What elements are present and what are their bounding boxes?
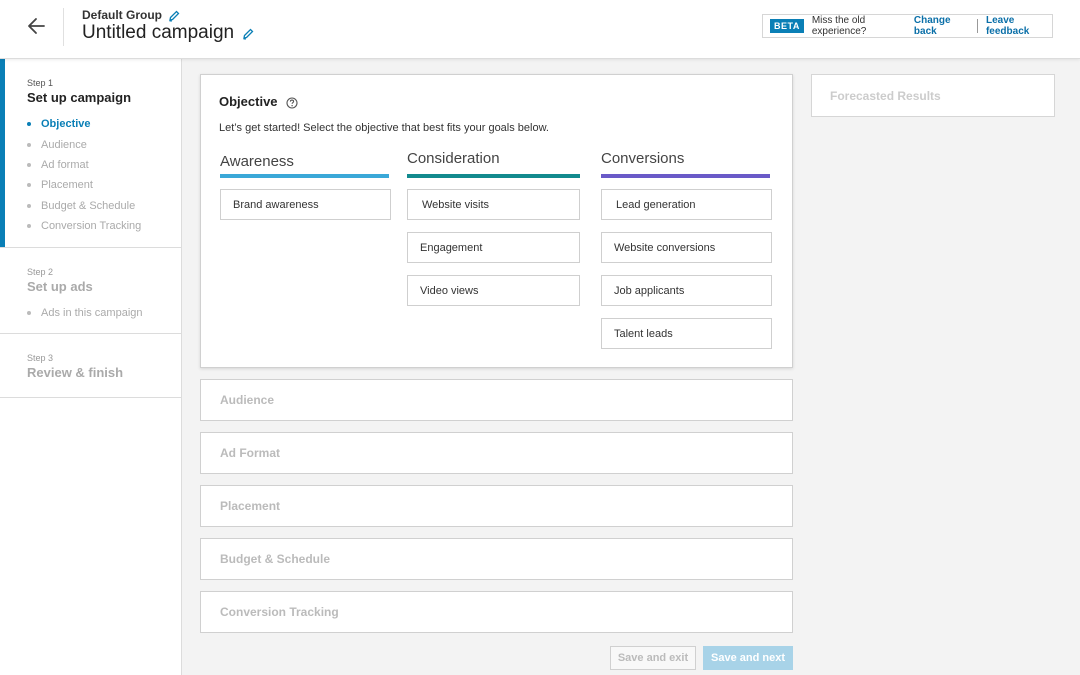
option-video-views[interactable]: Video views [407, 275, 580, 306]
option-label: Lead generation [616, 198, 696, 211]
bullet-icon [27, 224, 31, 229]
objective-header: Objective [219, 94, 298, 109]
section-title: Budget & Schedule [220, 552, 331, 566]
sidebar-item-label: Ad format [41, 158, 89, 171]
column-heading: Consideration [407, 150, 500, 167]
step-title: Set up campaign [27, 90, 132, 105]
step-2[interactable]: Step 2 Set up ads Ads in this campaign [0, 248, 181, 334]
option-label: Talent leads [614, 327, 673, 340]
option-talent-leads[interactable]: Talent leads [601, 318, 772, 349]
step-1[interactable]: Step 1 Set up campaign Objective Audienc… [0, 59, 181, 248]
objective-title: Objective [219, 94, 278, 109]
section-audience[interactable]: Audience [200, 379, 793, 421]
step-title: Set up ads [27, 279, 93, 294]
consideration-color-bar [407, 174, 580, 178]
campaign-title: Untitled campaign [82, 22, 235, 43]
section-title: Conversion Tracking [220, 605, 339, 619]
help-question-icon[interactable] [285, 96, 298, 109]
header-divider [63, 8, 64, 46]
section-title: Ad Format [220, 446, 280, 460]
sidebar-item-ad-format[interactable]: Ad format [27, 155, 181, 175]
steps-sidebar: Step 1 Set up campaign Objective Audienc… [0, 59, 182, 675]
option-website-visits[interactable]: Website visits [407, 189, 580, 220]
section-placement[interactable]: Placement [200, 485, 793, 527]
option-label: Website visits [422, 198, 490, 211]
step-2-items: Ads in this campaign [27, 303, 181, 323]
sidebar-item-conversion-tracking[interactable]: Conversion Tracking [27, 216, 181, 236]
sidebar-item-label: Placement [41, 179, 93, 192]
step-1-items: Objective Audience Ad format Placement B… [27, 114, 181, 236]
column-heading: Conversions [601, 150, 685, 167]
leave-feedback-link[interactable]: Leave feedback [986, 15, 1052, 37]
bullet-icon [27, 162, 31, 167]
option-label: Job applicants [614, 284, 685, 297]
section-conversion-tracking[interactable]: Conversion Tracking [200, 591, 793, 633]
objective-description: Let’s get started! Select the objective … [219, 122, 549, 134]
edit-campaign-pencil-icon[interactable] [242, 27, 254, 40]
sidebar-item-label: Objective [41, 118, 91, 131]
option-lead-generation[interactable]: Lead generation [601, 189, 772, 220]
option-label: Video views [420, 284, 479, 297]
option-label: Website conversions [614, 241, 716, 254]
sidebar-item-audience[interactable]: Audience [27, 134, 181, 154]
beta-text: Miss the old experience? [811, 15, 867, 37]
section-title: Audience [220, 393, 275, 407]
forecast-title: Forecasted Results [830, 88, 941, 103]
group-line: Default Group [82, 8, 180, 22]
step-label: Step 2 [27, 267, 54, 277]
step-label: Step 3 [27, 353, 54, 363]
sidebar-item-objective[interactable]: Objective [27, 114, 181, 134]
edit-group-pencil-icon[interactable] [168, 9, 180, 22]
step-3[interactable]: Step 3 Review & finish [0, 334, 181, 398]
back-arrow-icon[interactable] [24, 14, 52, 38]
bullet-icon [27, 311, 31, 316]
sidebar-item-label: Audience [41, 138, 87, 151]
awareness-color-bar [220, 174, 389, 178]
bullet-icon [27, 142, 31, 147]
sidebar-item-label: Budget & Schedule [41, 199, 136, 212]
conversions-column: Conversions Lead generation Website conv… [601, 150, 772, 361]
step-label: Step 1 [27, 78, 54, 88]
sidebar-item-ads-in-campaign[interactable]: Ads in this campaign [27, 303, 181, 323]
bullet-icon [27, 203, 31, 208]
section-ad-format[interactable]: Ad Format [200, 432, 793, 474]
beta-badge: BETA [770, 19, 804, 33]
option-label: Brand awareness [233, 198, 319, 211]
beta-separator [977, 19, 978, 33]
option-brand-awareness[interactable]: Brand awareness [220, 189, 391, 220]
bullet-icon [27, 183, 31, 188]
conversions-color-bar [601, 174, 770, 178]
option-label: Engagement [420, 241, 483, 254]
top-header: Default Group Untitled campaign BETA Mis… [0, 0, 1080, 59]
save-and-exit-button[interactable]: Save and exit [610, 646, 696, 670]
save-and-next-button[interactable]: Save and next [703, 646, 793, 670]
consideration-column: Consideration Website visits Engagement … [407, 150, 580, 318]
option-website-conversions[interactable]: Website conversions [601, 232, 772, 263]
step-title: Review & finish [27, 365, 124, 380]
group-name: Default Group [82, 8, 162, 22]
sidebar-item-label: Conversion Tracking [41, 220, 142, 233]
forecasted-results-panel: Forecasted Results [811, 74, 1055, 117]
option-engagement[interactable]: Engagement [407, 232, 580, 263]
change-back-link[interactable]: Change back [914, 15, 969, 37]
column-heading: Awareness [220, 153, 294, 170]
sidebar-item-label: Ads in this campaign [41, 307, 143, 320]
option-job-applicants[interactable]: Job applicants [601, 275, 772, 306]
beta-notice: BETA Miss the old experience? Change bac… [762, 14, 1053, 38]
section-title: Placement [220, 499, 281, 513]
title-line: Untitled campaign [82, 22, 254, 44]
bullet-icon [27, 122, 31, 127]
awareness-column: Awareness Brand awareness [220, 150, 391, 232]
objective-card: Objective Let’s get started! Select the … [200, 74, 793, 368]
section-budget-schedule[interactable]: Budget & Schedule [200, 538, 793, 580]
sidebar-item-budget-schedule[interactable]: Budget & Schedule [27, 196, 181, 216]
sidebar-item-placement[interactable]: Placement [27, 175, 181, 195]
